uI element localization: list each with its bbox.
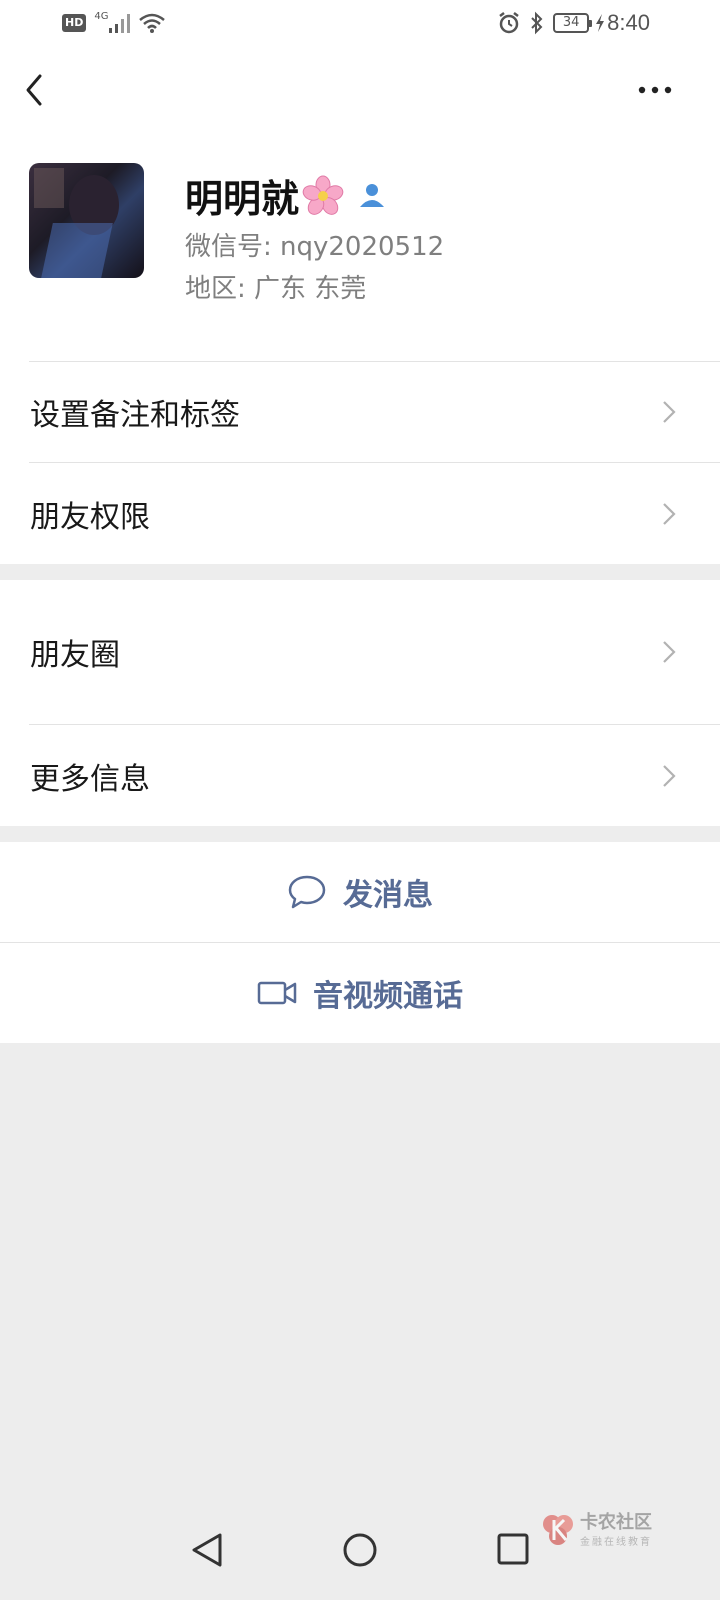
video-call-label: 音视频通话: [313, 979, 463, 1014]
menu-item-label: 设置备注和标签: [30, 398, 240, 433]
flower-icon: [302, 175, 344, 215]
video-call-button[interactable]: 音视频通话: [0, 943, 720, 1043]
chevron-right-icon: [663, 502, 676, 525]
status-bar: HD 4G 34 8:40: [0, 0, 720, 50]
menu-group-2: 朋友圈 更多信息: [0, 580, 720, 826]
nickname-row: 明明就: [185, 168, 387, 223]
charging-icon: [596, 14, 605, 32]
nav-back-icon[interactable]: [190, 1532, 224, 1568]
profile-card: 明明就 微信号: nqy2020512 地区: 广东 东莞: [0, 130, 720, 362]
menu-item-more-info[interactable]: 更多信息: [0, 725, 720, 826]
bluetooth-icon: [531, 11, 543, 35]
chevron-right-icon: [663, 401, 676, 423]
chevron-right-icon: [663, 764, 676, 787]
menu-item-label: 更多信息: [30, 761, 150, 797]
chevron-right-icon: [663, 641, 676, 663]
wechat-id: 微信号: nqy2020512: [185, 232, 445, 262]
alarm-icon: [499, 12, 519, 34]
send-message-button[interactable]: 发消息: [0, 842, 720, 942]
nickname: 明明就: [185, 177, 300, 221]
menu-group-1: 设置备注和标签 朋友权限: [0, 362, 720, 564]
send-message-label: 发消息: [343, 878, 433, 913]
more-dots-icon[interactable]: [638, 86, 672, 94]
nav-home-icon[interactable]: [342, 1532, 378, 1568]
menu-item-label: 朋友圈: [30, 638, 120, 673]
menu-item-label: 朋友权限: [30, 499, 150, 535]
person-badge-icon: [360, 183, 385, 207]
status-right: 34 8:40: [497, 10, 650, 36]
wifi-icon: [139, 13, 166, 33]
video-camera-icon: [257, 981, 297, 1005]
signal-icon: [109, 14, 131, 33]
region: 地区: 广东 东莞: [185, 274, 367, 304]
top-bar: [0, 50, 720, 130]
system-nav-bar: [0, 1510, 720, 1600]
chat-bubble-icon: [288, 875, 326, 909]
battery-indicator: 34: [553, 13, 593, 33]
hd-badge: HD: [62, 14, 87, 32]
clock: 8:40: [607, 10, 650, 35]
nav-recent-icon[interactable]: [496, 1532, 530, 1566]
avatar[interactable]: [29, 163, 144, 278]
menu-item-remark-tags[interactable]: 设置备注和标签: [0, 362, 720, 462]
network-type: 4G: [94, 10, 109, 22]
menu-item-moments[interactable]: 朋友圈: [0, 580, 720, 724]
back-arrow-icon[interactable]: [20, 72, 50, 108]
menu-item-friend-permissions[interactable]: 朋友权限: [0, 463, 720, 564]
status-left: HD 4G: [62, 10, 166, 34]
